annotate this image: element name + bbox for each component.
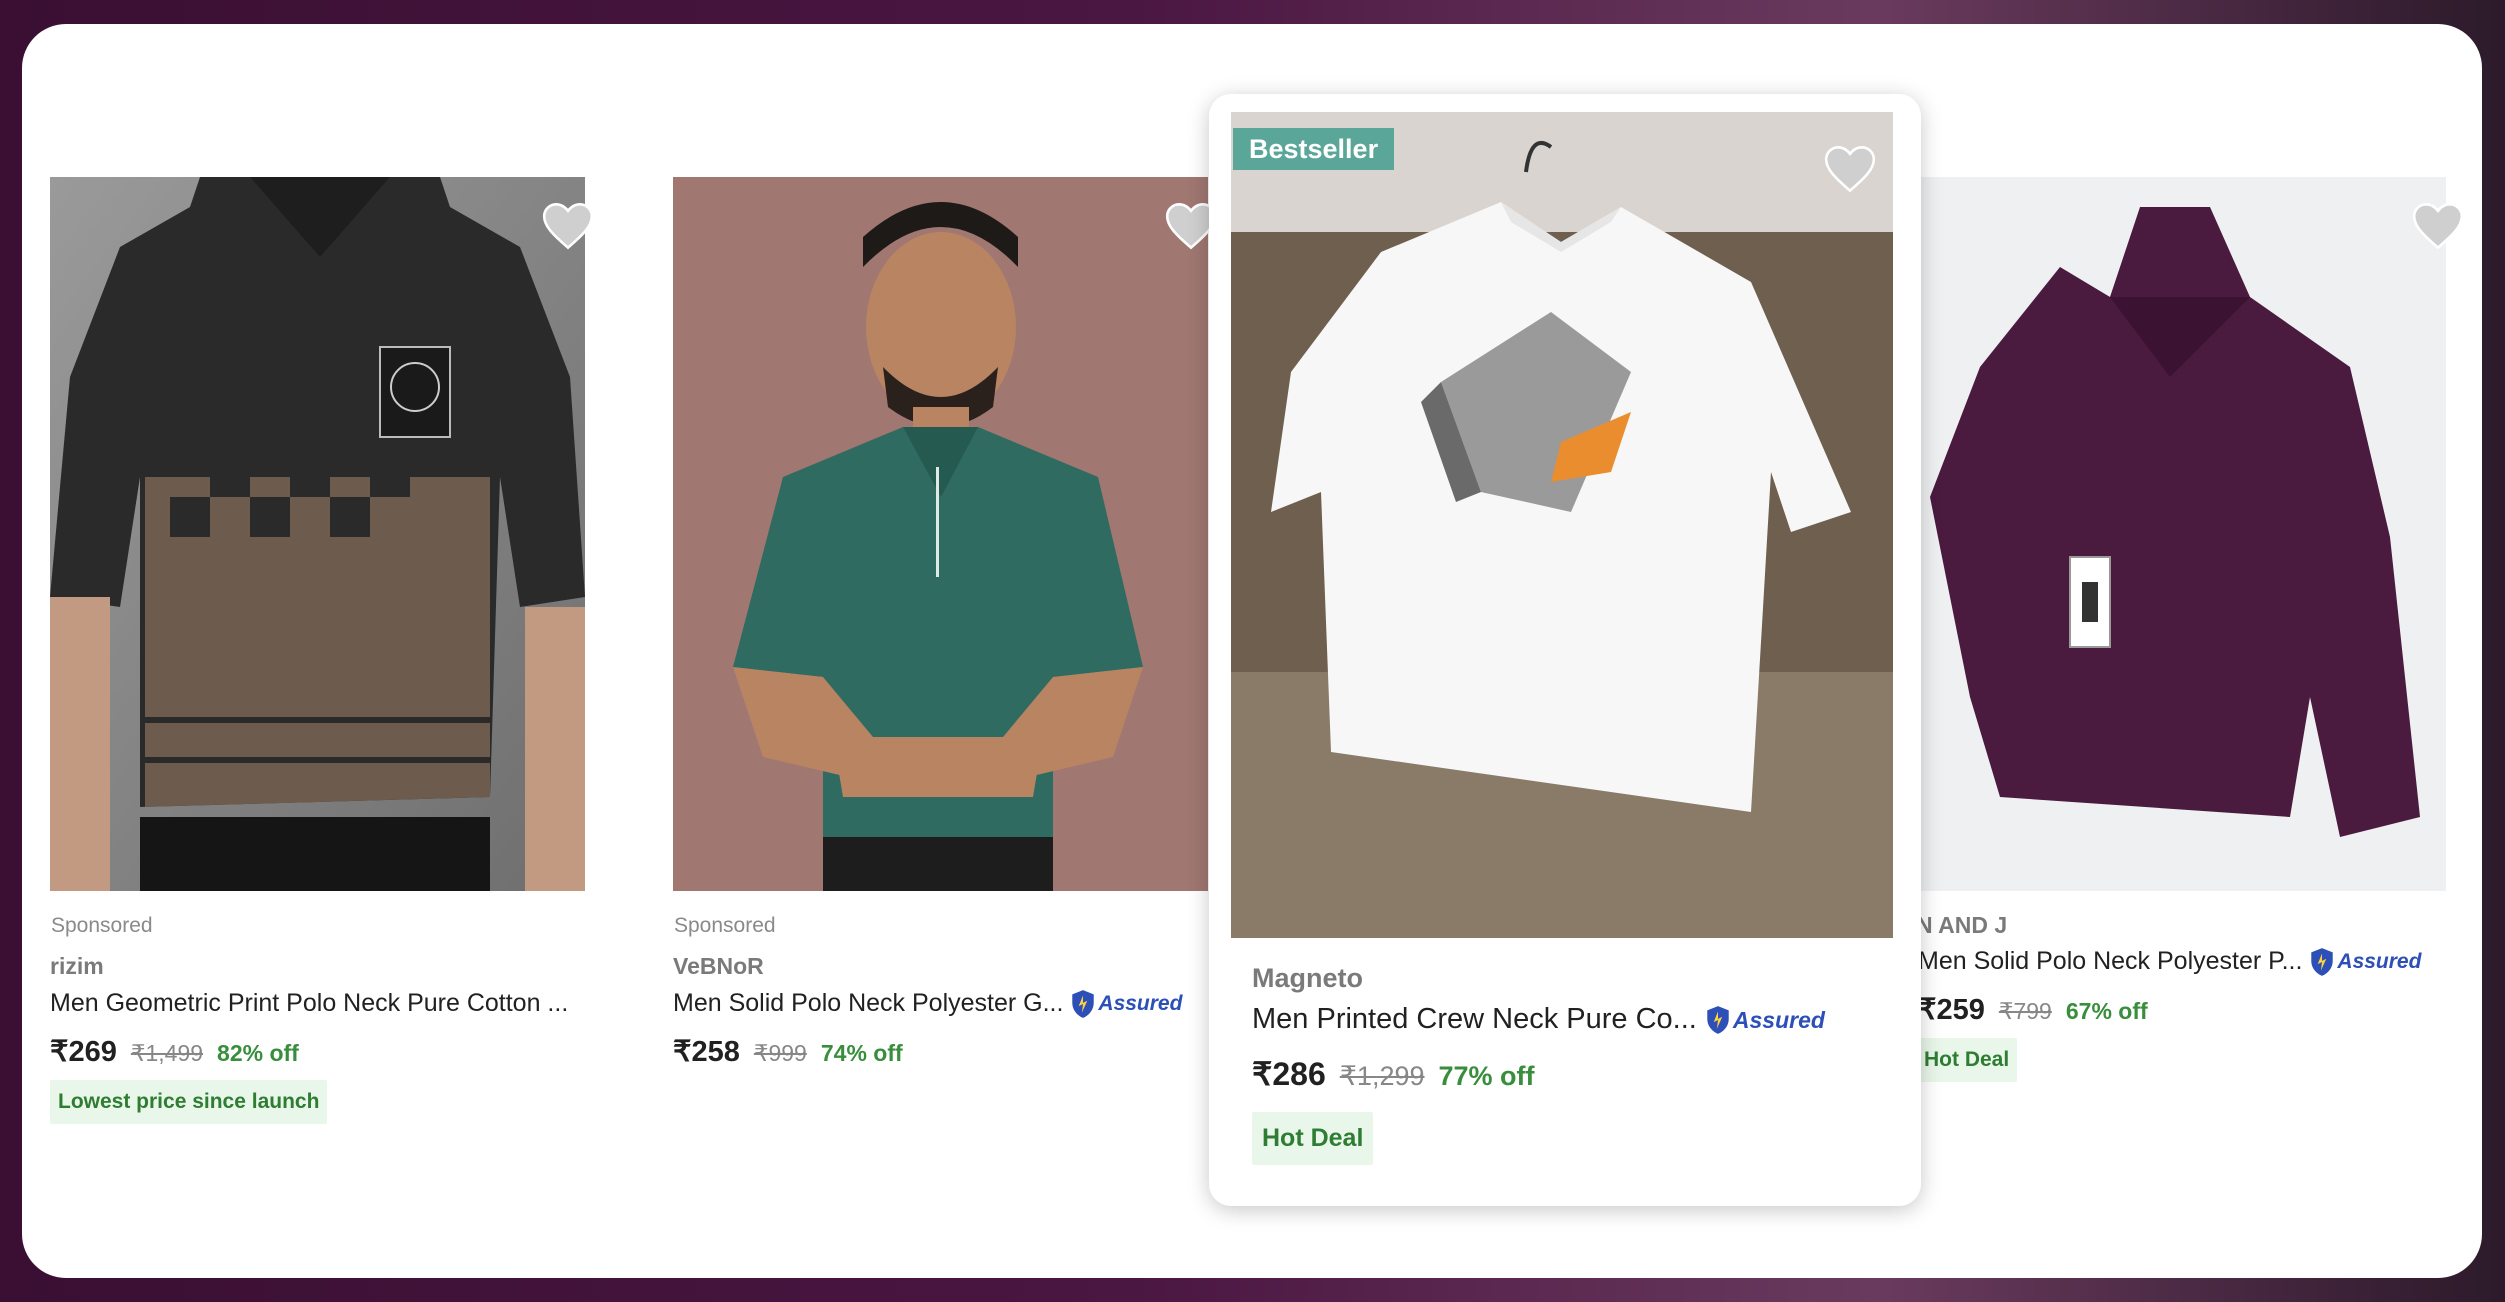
product-price: ₹269 xyxy=(50,1036,117,1068)
product-brand: N AND J xyxy=(1916,912,2008,938)
product-title-link[interactable]: Men Geometric Print Polo Neck Pure Cotto… xyxy=(50,989,568,1018)
product-mrp: ₹1,499 xyxy=(130,1040,204,1066)
product-image-1[interactable] xyxy=(50,177,585,891)
product-title-text: Men Solid Polo Neck Polyester G... xyxy=(673,989,1064,1017)
product-brand: Magneto xyxy=(1252,963,1363,993)
offer-tag: Lowest price since launch xyxy=(50,1080,328,1124)
product-image-2[interactable] xyxy=(673,177,1208,891)
offer-tag: Hot Deal xyxy=(1252,1112,1374,1165)
sponsored-label: Sponsored xyxy=(51,914,153,937)
product-title-link[interactable]: Men Printed Crew Neck Pure Co... Assured xyxy=(1252,1003,1825,1036)
assured-badge: Assured xyxy=(2309,947,2421,977)
discount-label: 82% off xyxy=(217,1040,299,1066)
product-price: ₹258 xyxy=(673,1036,740,1068)
offer-tag: Hot Deal xyxy=(1916,1038,2018,1082)
assured-badge: Assured xyxy=(1070,989,1182,1019)
product-price: ₹259 xyxy=(1918,994,1985,1026)
sponsored-label: Sponsored xyxy=(674,914,776,937)
price-row: ₹259 ₹799 67% off xyxy=(1918,992,2148,1027)
product-title-text: Men Solid Polo Neck Polyester P... xyxy=(1918,947,2303,975)
price-row: ₹258 ₹999 74% off xyxy=(673,1034,903,1069)
wishlist-heart-icon[interactable] xyxy=(1824,145,1876,193)
product-image-4[interactable] xyxy=(1910,177,2446,891)
product-title-link[interactable]: Men Solid Polo Neck Polyester G... Assur… xyxy=(673,989,1182,1019)
price-row: ₹269 ₹1,499 82% off xyxy=(50,1034,299,1069)
product-title-text: Men Printed Crew Neck Pure Co... xyxy=(1252,1003,1697,1035)
product-mrp: ₹799 xyxy=(1998,998,2052,1024)
product-image-3[interactable] xyxy=(1231,112,1893,938)
discount-label: 74% off xyxy=(820,1040,903,1066)
assured-shield-icon xyxy=(2311,948,2334,977)
wishlist-heart-icon[interactable] xyxy=(2412,202,2464,250)
assured-shield-icon xyxy=(1072,990,1095,1019)
product-price: ₹286 xyxy=(1252,1056,1326,1092)
discount-label: 67% off xyxy=(2065,998,2148,1024)
discount-label: 77% off xyxy=(1438,1061,1535,1091)
assured-shield-icon xyxy=(1707,1006,1729,1035)
wishlist-heart-icon[interactable] xyxy=(542,202,594,250)
product-brand: rizim xyxy=(50,953,104,979)
price-row: ₹286 ₹1,299 77% off xyxy=(1252,1055,1535,1093)
assured-badge: Assured xyxy=(1705,1005,1825,1035)
product-brand: VeBNoR xyxy=(673,953,764,979)
product-mrp: ₹999 xyxy=(753,1040,807,1066)
product-mrp: ₹1,299 xyxy=(1339,1061,1425,1091)
product-title-link[interactable]: Men Solid Polo Neck Polyester P... Assur… xyxy=(1918,947,2421,977)
bestseller-badge: Bestseller xyxy=(1233,128,1395,170)
